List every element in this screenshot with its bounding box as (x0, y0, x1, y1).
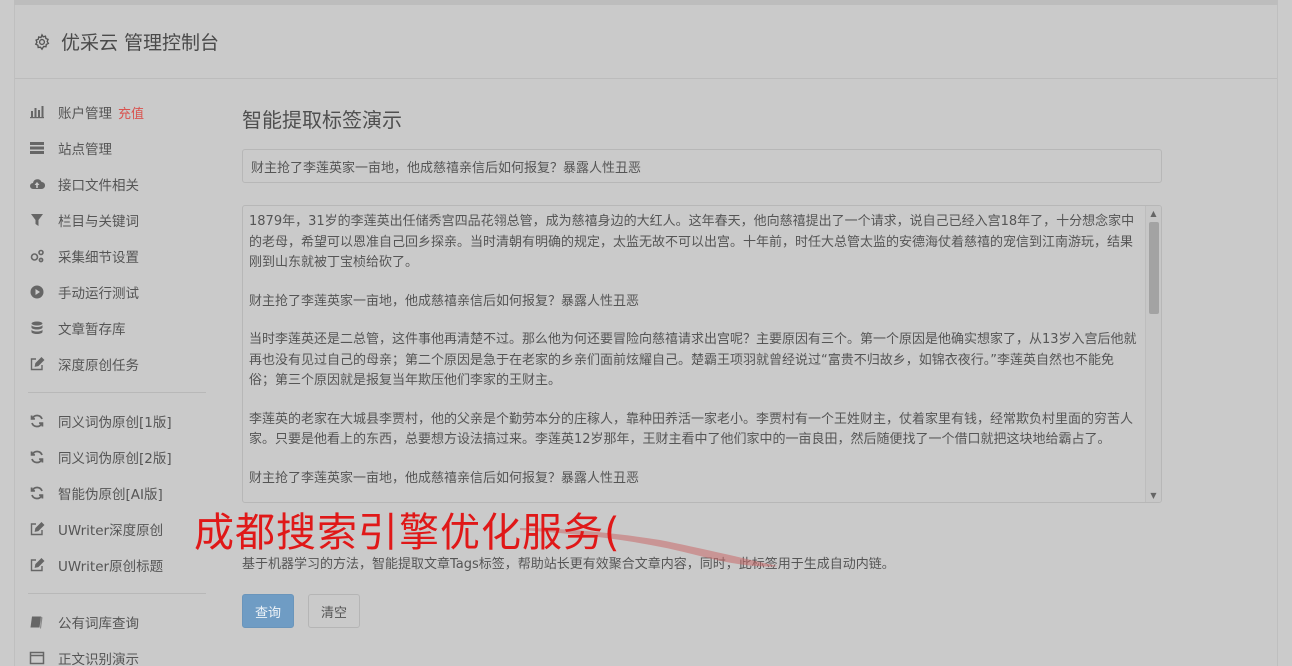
play-circle-icon (28, 283, 46, 301)
watermark-overlay-text: 成都搜索引擎优化服务( (194, 510, 621, 556)
sidebar-item-synonym-v2[interactable]: 同义词伪原创[2版] (28, 439, 210, 475)
book-icon (28, 613, 46, 631)
sidebar-item-label: UWriter深度原创 (58, 523, 164, 539)
content-paragraph: 当时李莲英还是二总管，这件事他再清楚不过。那么他为何还要冒险向慈禧请求出宫呢？主… (249, 332, 1137, 388)
sidebar-item-label: 站点管理 (58, 142, 112, 158)
cloud-upload-icon (28, 175, 46, 193)
filter-icon (28, 211, 46, 229)
content-paragraph: 财主抢了李莲英家一亩地，他成慈禧亲信后如何报复？暴露人性丑恶 (249, 470, 640, 486)
sidebar-item-label: UWriter原创标题 (58, 559, 164, 575)
content-paragraph: 财主抢了李莲英家一亩地，他成慈禧亲信后如何报复？暴露人性丑恶 (249, 293, 640, 309)
article-content-text: 1879年，31岁的李莲英出任储秀宫四品花翎总管，成为慈禧身边的大红人。这年春天… (243, 206, 1145, 502)
sidebar-item-synonym-v1[interactable]: 同义词伪原创[1版] (28, 403, 210, 439)
console-title: 优采云 管理控制台 (61, 32, 220, 54)
sidebar-item-label: 接口文件相关 (58, 178, 139, 194)
sidebar-item-sites[interactable]: 站点管理 (28, 130, 210, 166)
article-title-input[interactable] (242, 149, 1162, 183)
sidebar-item-columns-keywords[interactable]: 栏目与关键词 (28, 202, 210, 238)
sidebar-item-api-files[interactable]: 接口文件相关 (28, 166, 210, 202)
sidebar-item-label: 深度原创任务 (58, 358, 139, 374)
sidebar-item-uwriter-title[interactable]: UWriter原创标题 (28, 547, 210, 583)
clear-button[interactable]: 清空 (308, 594, 361, 628)
sidebar-item-manual-run[interactable]: 手动运行测试 (28, 274, 210, 310)
bar-chart-icon (28, 103, 46, 121)
header: 优采云 管理控制台 (15, 5, 1277, 79)
list-icon (28, 139, 46, 157)
sidebar-item-label: 智能伪原创[AI版] (58, 487, 163, 503)
sidebar-item-label: 同义词伪原创[1版] (58, 415, 172, 431)
scroll-up-icon[interactable]: ▲ (1146, 206, 1161, 220)
scrollbar-thumb[interactable] (1149, 222, 1159, 314)
sidebar-item-label: 账户管理 (58, 106, 112, 122)
sidebar-item-account[interactable]: 账户管理 充值 (28, 94, 210, 130)
sidebar-item-article-storage[interactable]: 文章暂存库 (28, 310, 210, 346)
sidebar: 账户管理 充值 站点管理 接口文件相关 栏目与关键词 采集细节设置 手动运行测试… (28, 94, 210, 666)
sidebar-item-label: 正文识别演示 (58, 652, 139, 666)
query-button[interactable]: 查询 (242, 594, 295, 628)
content-paragraph: 1879年，31岁的李莲英出任储秀宫四品花翎总管，成为慈禧身边的大红人。这年春天… (249, 214, 1135, 270)
scroll-down-icon[interactable]: ▼ (1146, 488, 1161, 502)
gears-icon (28, 247, 46, 265)
window-icon (28, 649, 46, 666)
page-title: 智能提取标签演示 (242, 108, 402, 132)
sidebar-item-text-recognition[interactable]: 正文识别演示 (28, 640, 210, 666)
content-paragraph: 李莲英的老家在大城县李贾村，他的父亲是个勤劳本分的庄稼人，靠种田养活一家老小。李… (249, 411, 1134, 448)
sidebar-item-uwriter-deep[interactable]: UWriter深度原创 (28, 511, 210, 547)
sidebar-divider (28, 392, 206, 393)
sidebar-item-label: 栏目与关键词 (58, 214, 139, 230)
sidebar-item-label: 文章暂存库 (58, 322, 126, 338)
edit-icon (28, 556, 46, 574)
recharge-link[interactable]: 充值 (118, 103, 144, 122)
refresh-icon (28, 484, 46, 502)
sidebar-item-label: 手动运行测试 (58, 286, 139, 302)
sidebar-item-label: 同义词伪原创[2版] (58, 451, 172, 467)
sidebar-item-label: 采集细节设置 (58, 250, 139, 266)
sidebar-item-deep-original[interactable]: 深度原创任务 (28, 346, 210, 382)
refresh-icon (28, 448, 46, 466)
gear-icon (34, 32, 50, 50)
sidebar-divider (28, 593, 206, 594)
sidebar-item-smart-ai[interactable]: 智能伪原创[AI版] (28, 475, 210, 511)
article-content-textarea[interactable]: 1879年，31岁的李莲英出任储秀宫四品花翎总管，成为慈禧身边的大红人。这年春天… (242, 205, 1162, 503)
edit-icon (28, 355, 46, 373)
database-icon (28, 319, 46, 337)
sidebar-item-collect-settings[interactable]: 采集细节设置 (28, 238, 210, 274)
edit-icon (28, 520, 46, 538)
sidebar-item-label: 公有词库查询 (58, 616, 139, 632)
sidebar-item-public-dictionary[interactable]: 公有词库查询 (28, 604, 210, 640)
content-scrollbar[interactable]: ▲ ▼ (1145, 206, 1161, 502)
action-buttons: 查询 清空 (242, 594, 1162, 628)
refresh-icon (28, 412, 46, 430)
